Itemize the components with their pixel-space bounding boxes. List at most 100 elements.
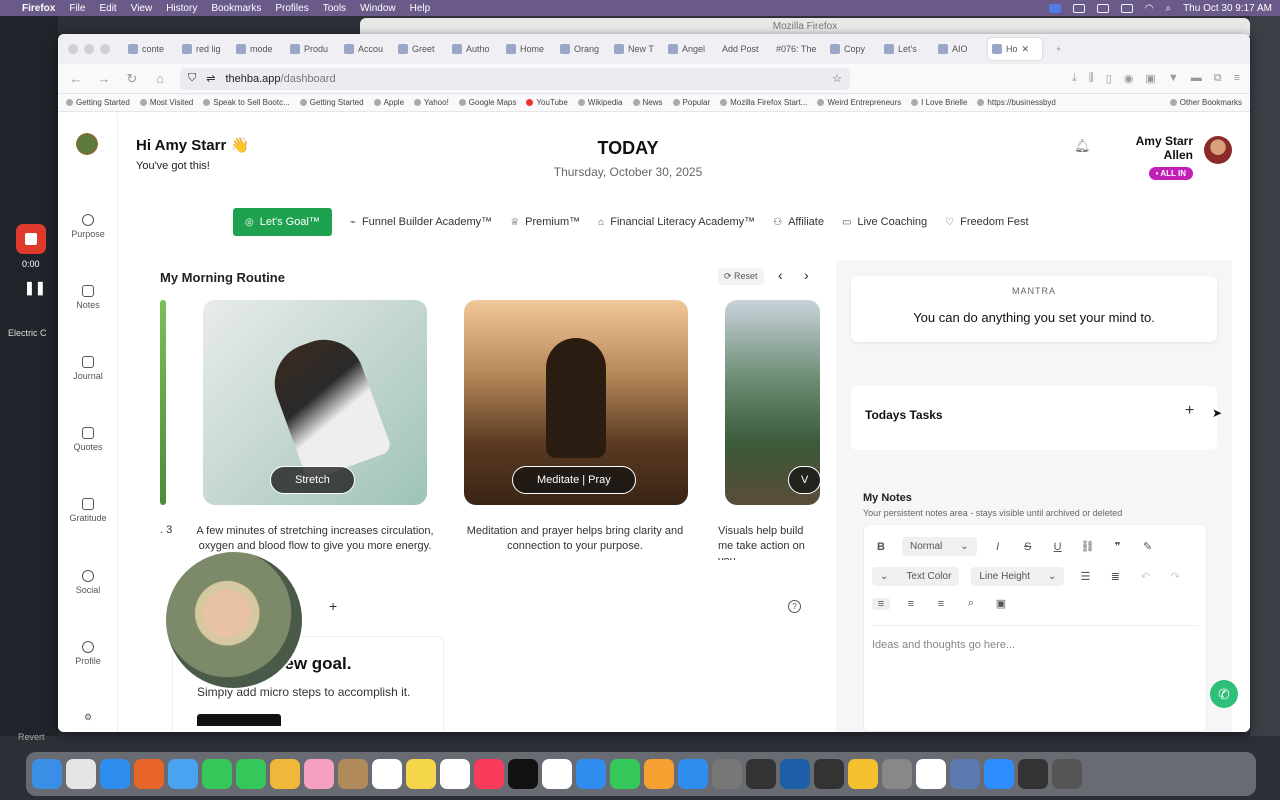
notes-app-icon[interactable] bbox=[406, 759, 436, 789]
carousel-next-icon[interactable]: › bbox=[804, 267, 809, 283]
browser-tab-active[interactable]: Ho ✕ bbox=[988, 38, 1042, 60]
app-icon[interactable] bbox=[338, 759, 368, 789]
browser-tab[interactable]: red lig bbox=[178, 38, 232, 60]
browser-tab[interactable]: Greet bbox=[394, 38, 448, 60]
browser-tab[interactable]: conte bbox=[124, 38, 178, 60]
nav-lets-goal[interactable]: ◎ Let's Goal™ bbox=[233, 208, 332, 236]
keynote-icon[interactable] bbox=[576, 759, 606, 789]
bullet-list-icon[interactable]: ☰ bbox=[1076, 570, 1094, 583]
bookmark-item[interactable]: Popular bbox=[672, 98, 710, 107]
align-right-icon[interactable]: ≡ bbox=[932, 598, 950, 610]
align-left-icon[interactable]: ≡ bbox=[872, 597, 890, 610]
reminders-icon[interactable] bbox=[372, 759, 402, 789]
downloads-icon[interactable]: ⤓ bbox=[1072, 72, 1077, 85]
menu-icon[interactable]: ≡ bbox=[1234, 72, 1240, 85]
goal-button[interactable] bbox=[197, 714, 281, 726]
extensions-icon[interactable]: ⧉ bbox=[1214, 72, 1222, 85]
search-icon[interactable]: ⌕ bbox=[962, 597, 980, 610]
strikethrough-icon[interactable]: S bbox=[1019, 541, 1037, 553]
wifi-icon[interactable]: ◠ bbox=[1145, 3, 1154, 14]
shield-icon[interactable]: ⛉ bbox=[188, 72, 196, 85]
redo-icon[interactable]: ↷ bbox=[1166, 570, 1184, 583]
app-icon[interactable] bbox=[848, 759, 878, 789]
bookmark-item[interactable]: Google Maps bbox=[458, 98, 516, 107]
app-icon[interactable] bbox=[950, 759, 980, 789]
browser-tab[interactable]: mode bbox=[232, 38, 286, 60]
bookmark-item[interactable]: Getting Started bbox=[66, 98, 130, 107]
menu-history[interactable]: History bbox=[166, 3, 197, 14]
settings-button[interactable]: ⚙ bbox=[58, 712, 118, 723]
system-settings-icon[interactable] bbox=[712, 759, 742, 789]
italic-icon[interactable]: I bbox=[989, 541, 1007, 553]
menu-window[interactable]: Window bbox=[360, 3, 396, 14]
add-task-icon[interactable]: + bbox=[1185, 402, 1194, 420]
bookmark-item[interactable]: Getting Started bbox=[299, 98, 364, 107]
bookmark-item[interactable]: Mozilla Firefox Start... bbox=[720, 98, 807, 107]
browser-tab[interactable]: New T bbox=[610, 38, 664, 60]
underline-icon[interactable]: U bbox=[1049, 541, 1067, 553]
other-bookmarks[interactable]: Other Bookmarks bbox=[1169, 98, 1242, 107]
extension-icon[interactable]: ▣ bbox=[1145, 72, 1155, 85]
nav-live-coaching[interactable]: ▭ Live Coaching bbox=[842, 216, 927, 228]
image-icon[interactable]: ▣ bbox=[992, 597, 1010, 610]
routine-card-button[interactable]: Meditate | Pray bbox=[512, 466, 636, 494]
permissions-icon[interactable]: ⇌ bbox=[206, 72, 215, 85]
zoom-window-button[interactable] bbox=[100, 44, 110, 54]
bookmark-item[interactable]: YouTube bbox=[526, 98, 568, 107]
finder-icon[interactable] bbox=[32, 759, 62, 789]
sidebar-item-journal[interactable]: Journal bbox=[58, 356, 118, 381]
browser-tab[interactable]: Let's bbox=[880, 38, 934, 60]
menu-help[interactable]: Help bbox=[410, 3, 431, 14]
routine-card-button[interactable]: V bbox=[788, 466, 820, 494]
bookmark-item[interactable]: News bbox=[632, 98, 663, 107]
bookmark-star-icon[interactable]: ☆ bbox=[832, 72, 842, 85]
music-icon[interactable] bbox=[474, 759, 504, 789]
pause-icon[interactable]: ❚❚ bbox=[24, 280, 46, 296]
routine-card-image[interactable] bbox=[160, 300, 166, 505]
notes-textarea[interactable]: Ideas and thoughts go here... bbox=[872, 639, 1015, 651]
pages-icon[interactable] bbox=[644, 759, 674, 789]
browser-tab[interactable]: Angel bbox=[664, 38, 718, 60]
url-bar[interactable]: ⛉ ⇌ thehba.app/dashboard ☆ bbox=[180, 67, 850, 90]
bookmark-item[interactable]: Speak to Sell Bootc... bbox=[203, 98, 290, 107]
app-icon[interactable] bbox=[746, 759, 776, 789]
minimize-window-button[interactable] bbox=[84, 44, 94, 54]
search-icon[interactable]: ⌕ bbox=[1165, 3, 1171, 14]
text-color-select[interactable]: ⌄ Text Color bbox=[872, 567, 960, 586]
bookmark-item[interactable]: Weird Entrepreneurs bbox=[817, 98, 901, 107]
menu-edit[interactable]: Edit bbox=[99, 3, 116, 14]
nav-funnel-builder-academy[interactable]: ⌁ Funnel Builder Academy™ bbox=[350, 216, 492, 228]
line-height-select[interactable]: Line Height ⌄ bbox=[971, 567, 1065, 586]
chatgpt-icon[interactable] bbox=[814, 759, 844, 789]
quote-icon[interactable]: ❞ bbox=[1109, 540, 1127, 553]
browser-tab[interactable]: Home bbox=[502, 38, 556, 60]
bookmark-item[interactable]: Apple bbox=[373, 98, 404, 107]
sidebar-icon[interactable]: ▯ bbox=[1106, 72, 1112, 85]
menu-bookmarks[interactable]: Bookmarks bbox=[211, 3, 261, 14]
numbers-icon[interactable] bbox=[610, 759, 640, 789]
avatar[interactable] bbox=[1204, 136, 1232, 164]
browser-tab[interactable]: Orang bbox=[556, 38, 610, 60]
mail-icon[interactable] bbox=[168, 759, 198, 789]
sidebar-item-social[interactable]: Social bbox=[58, 570, 118, 595]
sidebar-item-gratitude[interactable]: Gratitude bbox=[58, 498, 118, 523]
app-icon[interactable] bbox=[1018, 759, 1048, 789]
nav-financial-literacy-academy[interactable]: ⌂ Financial Literacy Academy™ bbox=[598, 216, 755, 228]
tree-logo-icon[interactable] bbox=[72, 132, 102, 162]
chrome-icon[interactable] bbox=[916, 759, 946, 789]
status-icon[interactable] bbox=[1096, 3, 1109, 13]
safari-icon[interactable] bbox=[100, 759, 130, 789]
status-icon[interactable] bbox=[1072, 3, 1085, 13]
trash-icon[interactable] bbox=[1052, 759, 1082, 789]
sidebar-item-quotes[interactable]: Quotes bbox=[58, 427, 118, 452]
bold-icon[interactable]: B bbox=[872, 541, 890, 553]
forward-icon[interactable]: → bbox=[96, 71, 112, 86]
maps-icon[interactable] bbox=[270, 759, 300, 789]
close-window-button[interactable] bbox=[68, 44, 78, 54]
browser-tab[interactable]: #076: The bbox=[772, 38, 826, 60]
help-icon[interactable]: ? bbox=[788, 600, 801, 613]
bookmark-item[interactable]: https://businessbyd bbox=[977, 98, 1056, 107]
browser-tab[interactable]: AIO bbox=[934, 38, 988, 60]
routine-card-button[interactable]: Stretch bbox=[270, 466, 355, 494]
clear-format-icon[interactable]: ✎ bbox=[1139, 540, 1157, 553]
